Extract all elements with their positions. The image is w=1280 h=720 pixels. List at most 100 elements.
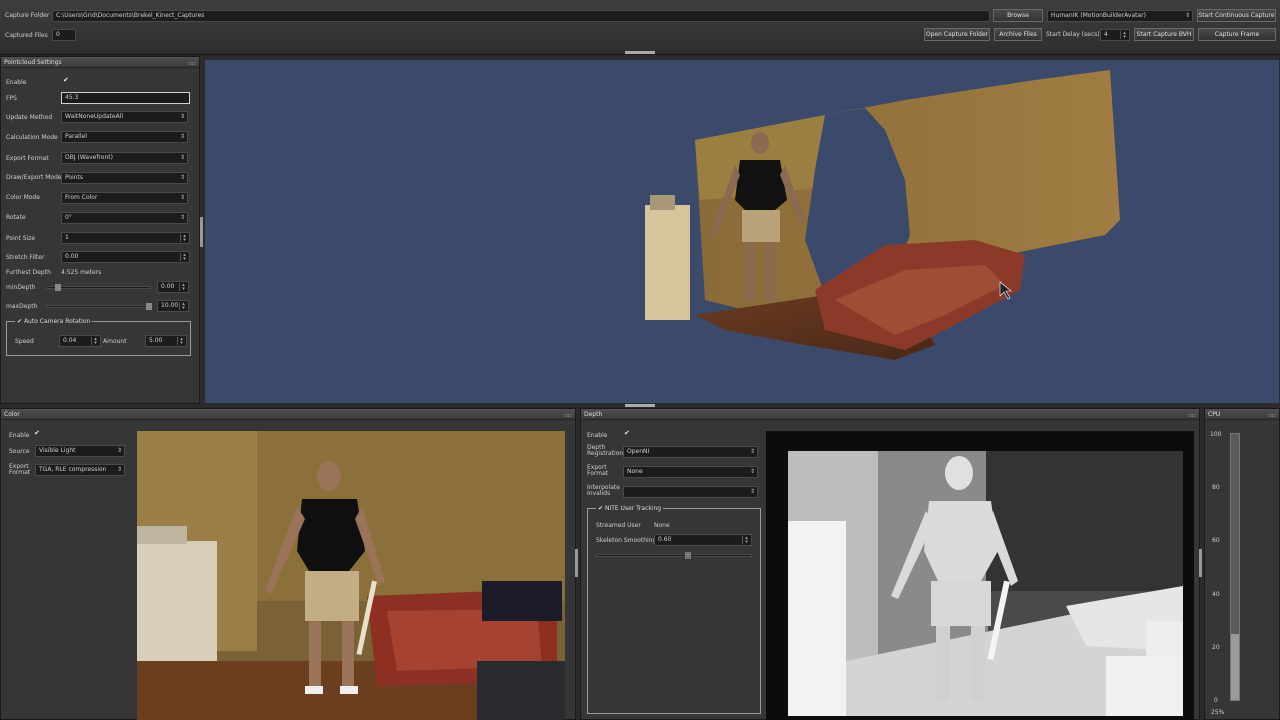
depth-enable-label: Enable: [587, 432, 608, 439]
chevron-updown-icon: ⇕: [1184, 12, 1190, 19]
color-panel-title: Color ▫▫: [1, 409, 575, 420]
color-enable-checkbox[interactable]: ✔: [34, 429, 40, 437]
speed-label: Speed: [15, 338, 34, 345]
rotate-select[interactable]: 0° ⇕: [61, 212, 188, 224]
depth-panel: Depth ▫▫ Enable ✔ Depth Registration Ope…: [580, 408, 1202, 720]
enable-checkbox[interactable]: ✔: [63, 76, 69, 84]
cpu-tick-label: 60: [1212, 537, 1220, 544]
panel-scrollbar[interactable]: [575, 549, 578, 577]
panel-scrollbar[interactable]: [200, 217, 203, 247]
top-toolbar: Capture Folder C:\Users\Grid\Documents\B…: [0, 0, 1280, 55]
nite-user-tracking-title[interactable]: ✔ NITE User Tracking: [596, 505, 664, 512]
max-depth-slider-thumb[interactable]: [146, 303, 152, 310]
pointcloud-viewport[interactable]: [205, 60, 1279, 403]
splitter-handle[interactable]: [625, 51, 655, 54]
interpolate-invalids-select[interactable]: ⇕: [623, 486, 758, 498]
max-depth-input[interactable]: 10.00 ▴ ▾: [157, 300, 189, 312]
chevron-updown-icon: ⇕: [179, 174, 185, 181]
color-mode-select[interactable]: From Color ⇕: [61, 192, 188, 204]
chevron-updown-icon: ⇕: [179, 133, 185, 140]
nite-tracking-checkbox[interactable]: ✔: [598, 505, 605, 512]
skeleton-format-select[interactable]: HumanIK (MotionBuilderAvatar) ⇕: [1047, 10, 1193, 22]
start-capture-bvh-button[interactable]: Start Capture BVH: [1134, 28, 1194, 41]
spinner-icon[interactable]: ▴ ▾: [180, 234, 188, 243]
max-depth-slider[interactable]: [46, 303, 152, 310]
cpu-tick-label: 20: [1212, 644, 1220, 651]
pointcloud-settings-panel: Pointcloud Settings ▫▫ Enable ✔ FPS 45.3…: [0, 56, 203, 404]
depth-export-format-label: Export Format: [587, 464, 609, 477]
archive-files-button[interactable]: Archive Files: [994, 28, 1042, 41]
cpu-usage-label: 25%: [1211, 709, 1225, 716]
auto-rotation-checkbox[interactable]: ✔: [17, 318, 24, 325]
depth-export-format-select[interactable]: None ⇕: [623, 466, 758, 478]
auto-camera-rotation-title[interactable]: ✔ Auto Camera Rotation: [15, 318, 93, 325]
color-export-format-label: Export Format: [9, 463, 31, 476]
spinner-icon[interactable]: ▴ ▾: [179, 302, 187, 311]
min-depth-input[interactable]: 0.00 ▴ ▾: [157, 281, 189, 293]
interpolate-invalids-label: Interpolate Invalids: [587, 484, 620, 497]
capture-folder-label: Capture Folder: [5, 12, 50, 19]
panel-dock-icon[interactable]: ▫▫: [188, 58, 196, 69]
start-delay-label: Start Delay (secs): [1046, 31, 1100, 38]
streamed-user-label: Streamed User: [596, 522, 641, 529]
skeleton-smoothing-slider-thumb[interactable]: [685, 552, 691, 559]
speed-input[interactable]: 0.04 ▴ ▾: [59, 335, 101, 347]
update-method-select[interactable]: WaitNoneUpdateAll ⇕: [61, 111, 188, 123]
panel-scrollbar[interactable]: [1199, 549, 1202, 577]
amount-input[interactable]: 5.00 ▴ ▾: [145, 335, 187, 347]
depth-registration-select[interactable]: OpenNI ⇕: [623, 446, 758, 458]
point-size-label: Point Size: [6, 235, 36, 242]
chevron-updown-icon: ⇕: [749, 468, 755, 475]
captured-files-value: 0: [52, 29, 76, 41]
start-continuous-capture-button[interactable]: Start Continuous Capture: [1197, 9, 1276, 22]
spinner-icon[interactable]: ▴ ▾: [742, 536, 750, 545]
color-camera-image: [137, 431, 565, 720]
panel-dock-icon[interactable]: ▫▫: [1268, 410, 1276, 421]
cpu-tick-label: 100: [1210, 431, 1222, 438]
color-export-format-select[interactable]: TGA, RLE compression ⇕: [35, 464, 125, 476]
cpu-tick-label: 0: [1214, 697, 1218, 704]
chevron-updown-icon: ⇕: [116, 466, 122, 473]
chevron-updown-icon: ⇕: [179, 113, 185, 120]
depth-panel-title: Depth ▫▫: [581, 409, 1199, 420]
spinner-icon[interactable]: ▴ ▾: [1120, 31, 1128, 40]
chevron-updown-icon: ⇕: [179, 154, 185, 161]
spinner-icon[interactable]: ▴ ▾: [91, 337, 99, 346]
spinner-icon[interactable]: ▴ ▾: [180, 253, 188, 262]
draw-export-mode-select[interactable]: Points ⇕: [61, 172, 188, 184]
spinner-icon[interactable]: ▴ ▾: [177, 337, 185, 346]
cpu-panel: CPU ▫▫ 100 80 60 40 20 0 25%: [1204, 408, 1280, 720]
skeleton-smoothing-slider[interactable]: [596, 552, 752, 559]
export-format-select[interactable]: OBJ (Wavefront) ⇕: [61, 152, 188, 164]
chevron-updown-icon: ⇕: [179, 214, 185, 221]
min-depth-slider[interactable]: [46, 284, 151, 291]
capture-folder-input[interactable]: C:\Users\Grid\Documents\Brekel_Kinect_Ca…: [52, 10, 990, 22]
calculation-mode-label: Calculation Mode: [6, 134, 58, 141]
capture-frame-button[interactable]: Capture Frame: [1198, 28, 1276, 41]
cpu-bar-track: [1230, 433, 1240, 701]
open-capture-folder-button[interactable]: Open Capture Folder: [924, 28, 990, 41]
start-delay-input[interactable]: 4 ▴ ▾: [1100, 29, 1130, 41]
cpu-tick-label: 40: [1212, 591, 1220, 598]
skeleton-smoothing-input[interactable]: 0.60 ▴ ▾: [654, 534, 752, 546]
pointcloud-settings-title: Pointcloud Settings ▫▫: [1, 57, 199, 68]
color-source-select[interactable]: Visible Light ⇕: [35, 445, 125, 457]
pointcloud-scene-image: [645, 70, 1120, 360]
skeleton-smoothing-label: Skeleton Smoothing: [596, 537, 657, 544]
calculation-mode-select[interactable]: Parallel ⇕: [61, 131, 188, 143]
fps-label: FPS: [6, 95, 17, 102]
auto-camera-rotation-group: ✔ Auto Camera Rotation Speed 0.04 ▴ ▾ Amou…: [6, 318, 191, 356]
color-camera-view: [137, 431, 565, 720]
splitter-handle[interactable]: [625, 404, 655, 407]
stretch-filter-input[interactable]: 0.00 ▴ ▾: [61, 251, 190, 263]
panel-dock-icon[interactable]: ▫▫: [564, 410, 572, 421]
min-depth-slider-thumb[interactable]: [54, 284, 61, 291]
browse-button[interactable]: Browse: [993, 9, 1043, 22]
min-depth-label: minDepth: [6, 284, 36, 291]
depth-camera-image: [766, 431, 1194, 720]
spinner-icon[interactable]: ▴ ▾: [179, 283, 187, 292]
depth-enable-checkbox[interactable]: ✔: [624, 429, 630, 437]
point-size-input[interactable]: 1 ▴ ▾: [61, 232, 190, 244]
panel-dock-icon[interactable]: ▫▫: [1188, 410, 1196, 421]
skeleton-format-value: HumanIK (MotionBuilderAvatar): [1051, 12, 1146, 19]
